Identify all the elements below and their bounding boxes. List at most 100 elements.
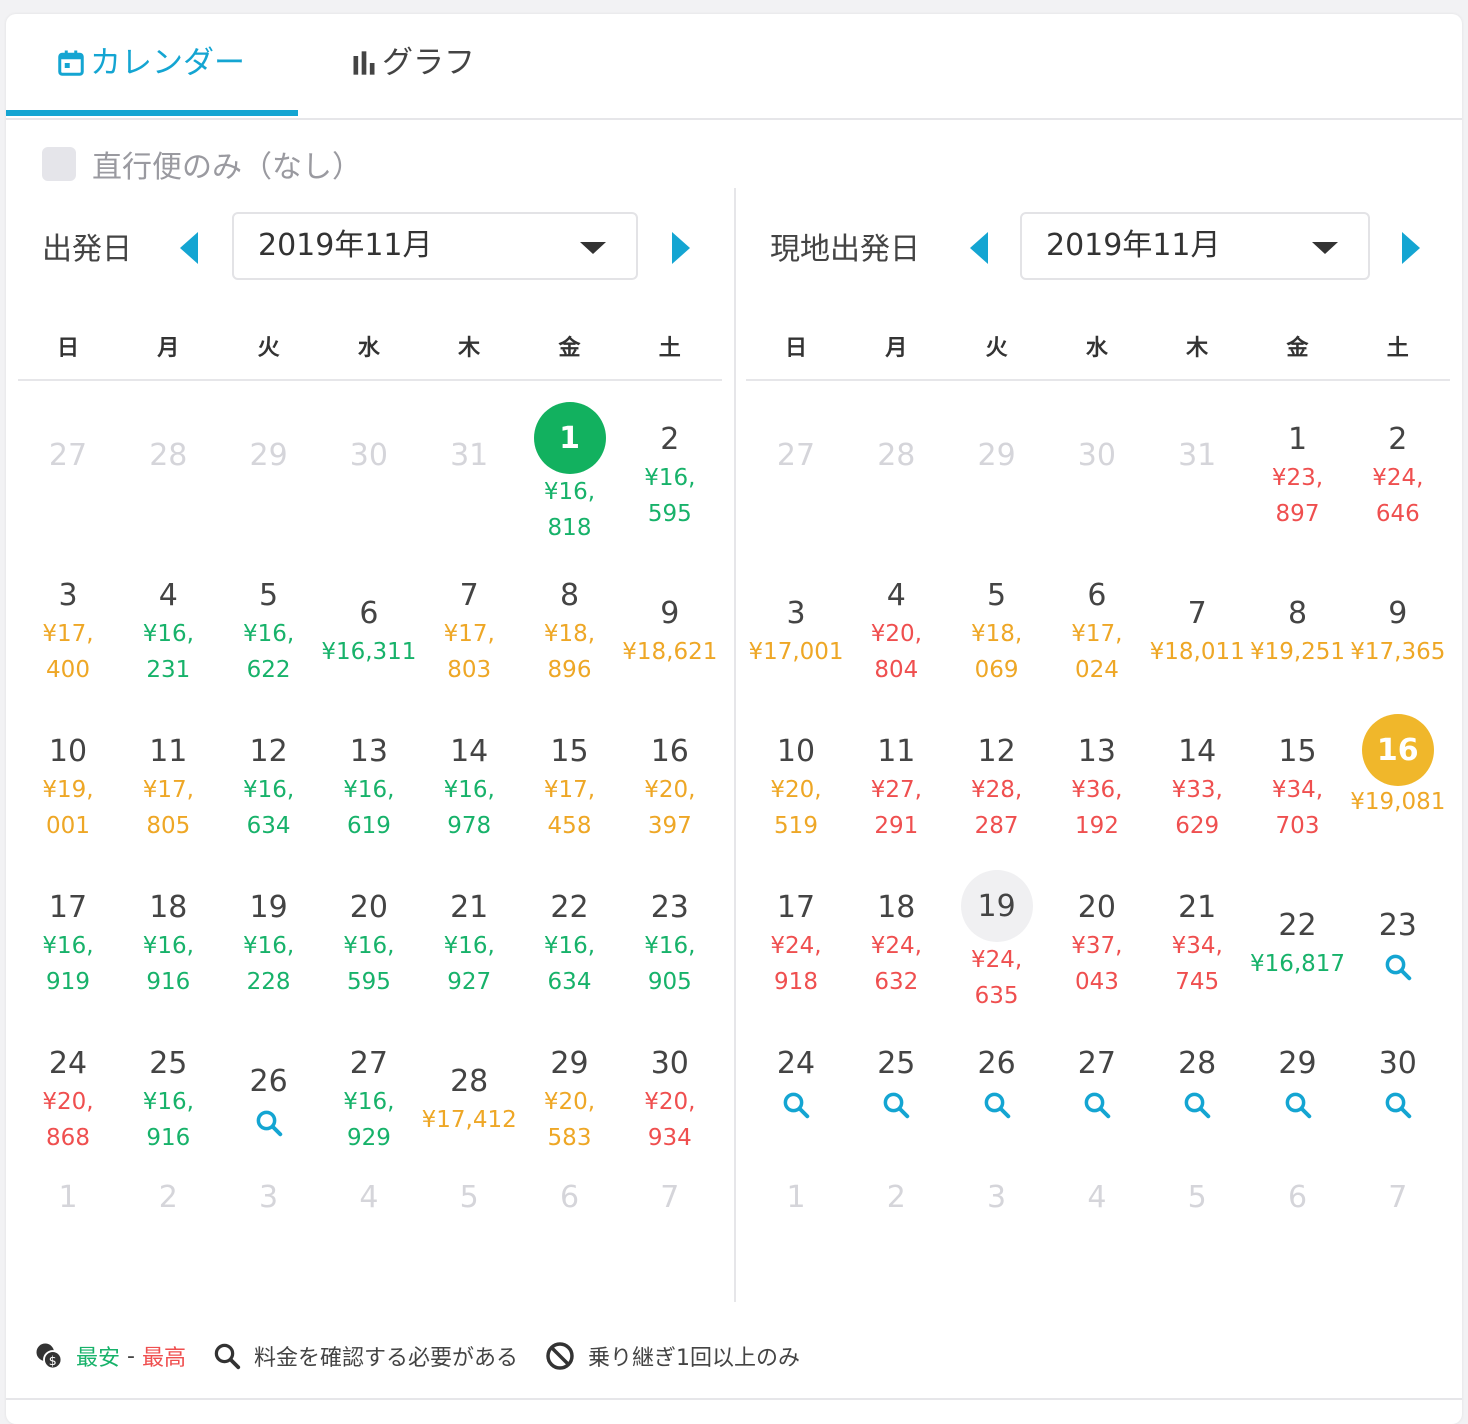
day-price-cont: 228	[246, 969, 291, 995]
search-icon[interactable]	[947, 1090, 1047, 1124]
right-month-select[interactable]: 2019年11月	[1020, 212, 1370, 280]
calendar-day[interactable]: 2 ¥16, 595	[620, 422, 720, 532]
calendar-day[interactable]: 22 ¥16, 634	[520, 890, 620, 1000]
day-price-cont: 868	[46, 1125, 90, 1151]
left-month-select[interactable]: 2019年11月	[232, 212, 638, 280]
calendar-day[interactable]: 16 ¥20, 397	[620, 734, 720, 844]
calendar-day[interactable]: 26	[947, 1046, 1047, 1124]
calendar-day[interactable]: 20 ¥16, 595	[319, 890, 419, 1000]
search-icon[interactable]	[1248, 1090, 1348, 1124]
calendar-day[interactable]: 25	[846, 1046, 946, 1124]
calendar-day[interactable]: 29	[1248, 1046, 1348, 1124]
calendar-day[interactable]: 18 ¥16, 916	[118, 890, 218, 1000]
calendar-day[interactable]: 23 ¥16, 905	[620, 890, 720, 1000]
calendar-day[interactable]: 1 ¥16, 818	[520, 402, 620, 546]
day-price: ¥17,412	[421, 1107, 517, 1133]
calendar-day: 31	[419, 438, 519, 474]
calendar-day[interactable]: 9 ¥17,365	[1348, 596, 1448, 670]
day-number: 29	[550, 1046, 589, 1081]
calendar-day[interactable]: 22 ¥16,817	[1248, 908, 1348, 982]
calendar-day[interactable]: 12 ¥16, 634	[219, 734, 319, 844]
calendar-day[interactable]: 8 ¥18, 896	[520, 578, 620, 688]
day-price-cont: 629	[1175, 813, 1220, 839]
calendar-day[interactable]: 14 ¥16, 978	[419, 734, 519, 844]
calendar-day[interactable]: 30	[1348, 1046, 1448, 1124]
calendar-day[interactable]: 14 ¥33, 629	[1147, 734, 1247, 844]
calendar-day[interactable]: 12 ¥28, 287	[947, 734, 1047, 844]
day-price: ¥16,	[543, 933, 596, 959]
calendar-day[interactable]: 7 ¥18,011	[1147, 596, 1247, 670]
day-number: 27	[349, 1046, 388, 1081]
calendar-day[interactable]: 20 ¥37, 043	[1047, 890, 1147, 1000]
day-price: ¥16,	[343, 933, 395, 959]
day-price-cont: 635	[974, 983, 1019, 1009]
tab-graph[interactable]: グラフ	[350, 40, 475, 86]
calendar-day[interactable]: 13 ¥36, 192	[1047, 734, 1147, 844]
day-number: 14	[450, 734, 489, 769]
calendar-day[interactable]: 15 ¥17, 458	[520, 734, 620, 844]
calendar-day[interactable]: 7 ¥17, 803	[419, 578, 519, 688]
left-month-value: 2019年11月	[258, 228, 433, 263]
calendar-day[interactable]: 11 ¥27, 291	[846, 734, 946, 844]
calendar-day[interactable]: 27 ¥16, 929	[319, 1046, 419, 1156]
calendar-day[interactable]: 10 ¥19, 001	[18, 734, 118, 844]
calendar-day[interactable]: 11 ¥17, 805	[118, 734, 218, 844]
calendar-day[interactable]: 6 ¥16,311	[319, 596, 419, 670]
calendar-day[interactable]: 17 ¥16, 919	[18, 890, 118, 1000]
calendar-day[interactable]: 1 ¥23, 897	[1248, 422, 1348, 532]
day-number: 10	[776, 734, 816, 769]
calendar-day[interactable]: 21 ¥34, 745	[1147, 890, 1247, 1000]
direct-only-checkbox[interactable]	[42, 147, 76, 181]
search-icon[interactable]	[1047, 1090, 1147, 1124]
day-price: ¥20,	[644, 1089, 696, 1115]
search-icon[interactable]	[746, 1090, 846, 1124]
day-number: 27	[776, 438, 816, 473]
right-prev-month-arrow[interactable]	[970, 232, 988, 264]
calendar-day[interactable]: 13 ¥16, 619	[319, 734, 419, 844]
calendar-day[interactable]: 29 ¥20, 583	[520, 1046, 620, 1156]
calendar-day[interactable]: 6 ¥17, 024	[1047, 578, 1147, 688]
right-next-month-arrow[interactable]	[1402, 232, 1420, 264]
search-icon[interactable]	[1348, 952, 1448, 986]
calendar-day[interactable]: 26	[219, 1064, 319, 1142]
calendar-day[interactable]: 3 ¥17,001	[746, 596, 846, 670]
day-price-cont: 929	[346, 1125, 391, 1151]
left-prev-month-arrow[interactable]	[180, 232, 198, 264]
calendar-day[interactable]: 19 ¥16, 228	[219, 890, 319, 1000]
calendar-day[interactable]: 8 ¥19,251	[1248, 596, 1348, 670]
calendar-day[interactable]: 23	[1348, 908, 1448, 986]
calendar-day[interactable]: 4 ¥16, 231	[118, 578, 218, 688]
calendar-day[interactable]: 15 ¥34, 703	[1248, 734, 1348, 844]
selected-day-circle: 1	[533, 402, 606, 474]
calendar-day[interactable]: 21 ¥16, 927	[419, 890, 519, 1000]
calendar-day[interactable]: 24	[746, 1046, 846, 1124]
calendar-day[interactable]: 3 ¥17, 400	[18, 578, 118, 688]
calendar-day[interactable]: 28	[1147, 1046, 1247, 1124]
calendar-day[interactable]: 24 ¥20, 868	[18, 1046, 118, 1156]
tab-calendar[interactable]: カレンダー	[56, 40, 245, 86]
calendar-day[interactable]: 5 ¥16, 622	[219, 578, 319, 688]
calendar-day[interactable]: 9 ¥18,621	[620, 596, 720, 670]
search-icon[interactable]	[1348, 1090, 1448, 1124]
search-icon[interactable]	[1147, 1090, 1247, 1124]
calendar-day[interactable]: 5 ¥18, 069	[947, 578, 1047, 688]
calendar-day[interactable]: 4 ¥20, 804	[846, 578, 946, 688]
search-icon[interactable]	[219, 1108, 319, 1142]
calendar-day[interactable]: 19 ¥24, 635	[947, 870, 1047, 1014]
day-price: ¥17,365	[1350, 639, 1446, 665]
day-number: 4	[158, 578, 178, 613]
calendar-day[interactable]: 17 ¥24, 918	[746, 890, 846, 1000]
calendar-day[interactable]: 28 ¥17,412	[419, 1064, 519, 1138]
calendar-day[interactable]: 16 ¥19,081	[1348, 714, 1448, 820]
direct-only-filter[interactable]: 直行便のみ（なし）	[42, 144, 362, 185]
day-price: ¥19,251	[1249, 639, 1346, 665]
calendar-day[interactable]: 18 ¥24, 632	[846, 890, 946, 1000]
calendar-day[interactable]: 30 ¥20, 934	[620, 1046, 720, 1156]
calendar-day[interactable]: 10 ¥20, 519	[746, 734, 846, 844]
calendar-day[interactable]: 25 ¥16, 916	[118, 1046, 218, 1156]
calendar-day[interactable]: 2 ¥24, 646	[1348, 422, 1448, 532]
left-next-month-arrow[interactable]	[672, 232, 690, 264]
legend-highest: 最高	[141, 1346, 186, 1371]
calendar-day[interactable]: 27	[1047, 1046, 1147, 1124]
search-icon[interactable]	[846, 1090, 946, 1124]
